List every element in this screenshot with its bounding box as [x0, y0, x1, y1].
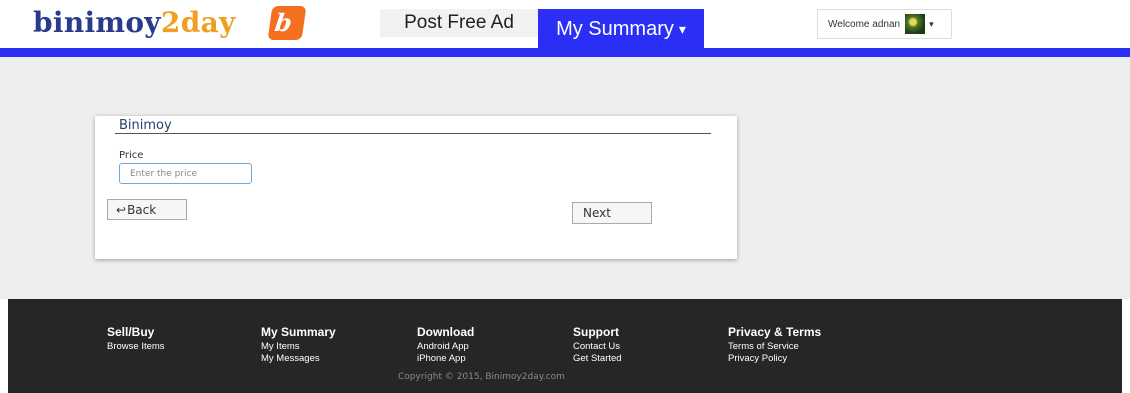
footer-link-iphone-app[interactable]: iPhone App	[417, 353, 474, 365]
main-content: Binimoy Price ↩Back Next	[0, 57, 1130, 299]
back-arrow-icon: ↩	[116, 202, 127, 217]
back-button[interactable]: ↩ Back	[107, 199, 187, 220]
price-input[interactable]	[119, 163, 252, 184]
site-logo[interactable]: binimoy2day	[33, 6, 236, 39]
footer-column-sell-buy: Sell/Buy Browse Items	[107, 325, 165, 353]
footer-link-contact-us[interactable]: Contact Us	[573, 341, 622, 353]
next-button-label: Next	[583, 206, 611, 220]
footer-heading: Download	[417, 325, 475, 339]
my-summary-dropdown[interactable]: My Summary ▾	[538, 9, 704, 49]
logo-text-day: day	[180, 6, 236, 39]
copyright-text: Copyright © 2015, Binimoy2day.com	[398, 372, 565, 382]
footer-link-my-messages[interactable]: My Messages	[261, 353, 336, 365]
footer-heading: Support	[573, 325, 619, 339]
logo-text-2: 2	[160, 6, 181, 39]
chevron-down-icon: ▾	[929, 18, 934, 29]
footer-link-terms-of-service[interactable]: Terms of Service	[728, 341, 821, 353]
binimoy-form-card: Binimoy Price ↩Back Next	[95, 116, 737, 259]
my-summary-label: My Summary	[556, 17, 674, 40]
title-divider	[115, 133, 711, 134]
footer-heading: Sell/Buy	[107, 325, 155, 339]
post-free-ad-button[interactable]: Post Free Ad	[380, 9, 538, 37]
back-button-label: Back	[127, 202, 157, 217]
user-menu-dropdown[interactable]: Welcome adnan ▾	[817, 9, 952, 39]
logo-mark-icon[interactable]: b	[267, 6, 307, 40]
footer-link-privacy-policy[interactable]: Privacy Policy	[728, 353, 821, 365]
next-button[interactable]: Next	[572, 202, 652, 224]
chevron-down-icon: ▾	[678, 20, 686, 37]
logo-mark-letter: b	[273, 8, 294, 37]
footer-link-android-app[interactable]: Android App	[417, 341, 474, 353]
footer-link-get-started[interactable]: Get Started	[573, 353, 622, 365]
form-title: Binimoy	[119, 118, 172, 133]
avatar	[905, 14, 926, 34]
footer-link-my-items[interactable]: My Items	[261, 341, 336, 353]
logo-text-binimoy: binimoy	[33, 6, 161, 39]
welcome-text: Welcome adnan	[828, 18, 901, 30]
footer-link-browse-items[interactable]: Browse Items	[107, 341, 165, 353]
footer-heading: Privacy & Terms	[728, 325, 822, 339]
footer-column-support: Support Contact Us Get Started	[573, 325, 622, 365]
price-label: Price	[119, 150, 144, 161]
footer-heading: My Summary	[261, 325, 336, 339]
site-footer: Sell/Buy Browse Items My Summary My Item…	[8, 299, 1122, 393]
post-free-ad-label: Post Free Ad	[404, 12, 514, 33]
header-accent-bar	[0, 48, 1130, 57]
footer-column-download: Download Android App iPhone App	[417, 325, 474, 365]
footer-column-privacy-terms: Privacy & Terms Terms of Service Privacy…	[728, 325, 821, 365]
footer-column-my-summary: My Summary My Items My Messages	[261, 325, 336, 365]
